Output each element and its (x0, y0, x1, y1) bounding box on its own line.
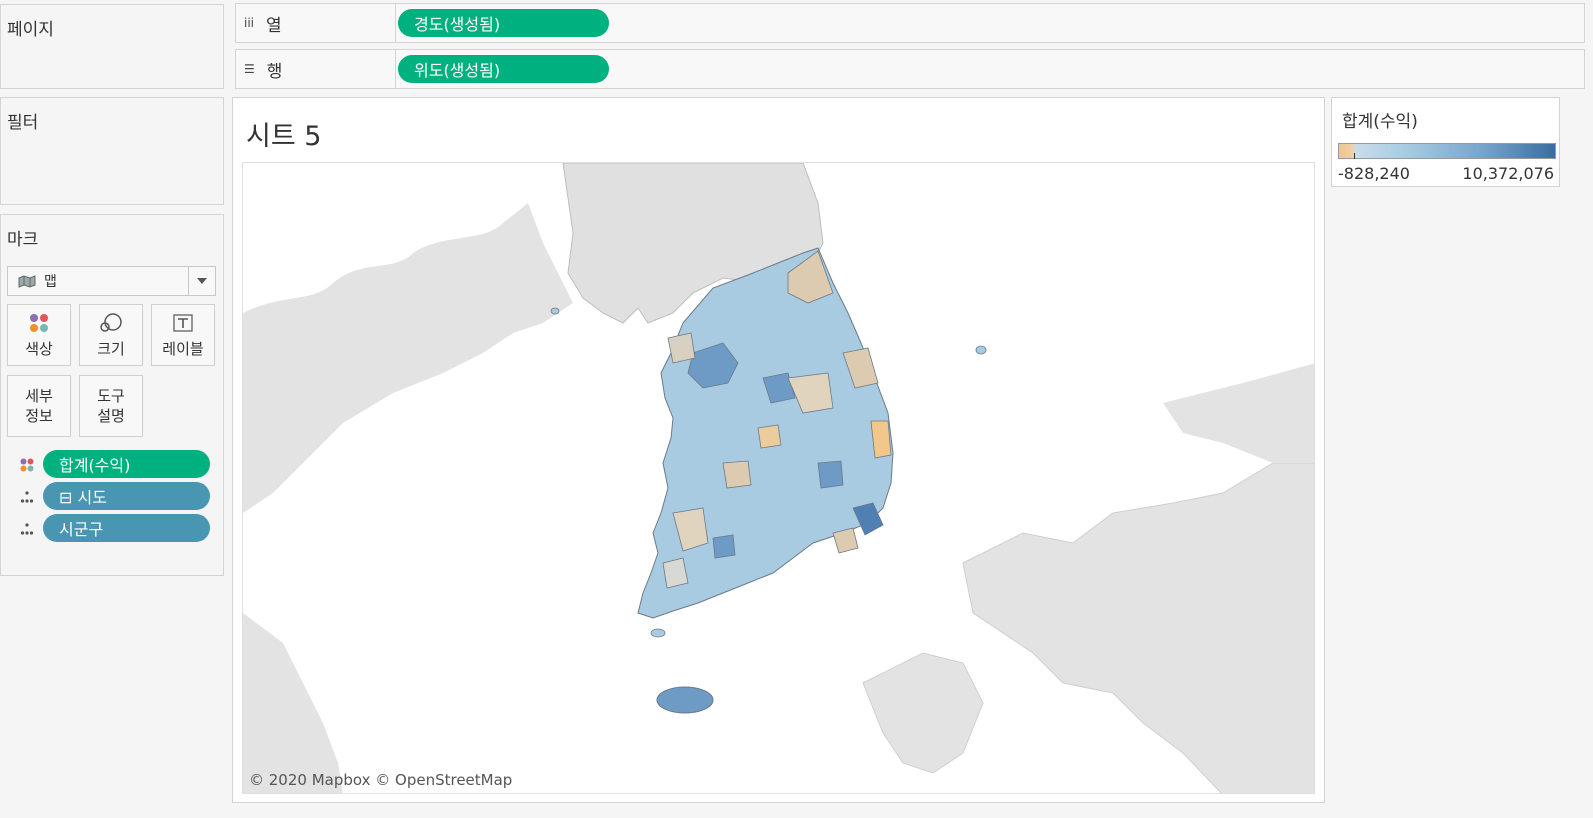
detail-icon (20, 489, 34, 508)
color-card-label: 색상 (25, 340, 53, 358)
japan-landmass (962, 462, 1314, 793)
color-card[interactable]: 색상 (7, 304, 71, 366)
marks-panel-title: 마크 (7, 230, 39, 250)
map-icon (18, 274, 36, 288)
legend-title: 합계(수익) (1342, 112, 1418, 132)
map-canvas[interactable] (243, 163, 1315, 794)
southwest-island (650, 628, 666, 638)
map-credits[interactable]: © 2020 Mapbox © OpenStreetMap (249, 771, 512, 789)
label-card[interactable]: 레이블 (151, 304, 215, 366)
legend-zero-tick (1354, 153, 1355, 159)
columns-pill-longitude[interactable]: 경도(생성됨) (398, 9, 609, 37)
rows-shelf-label: ☰ 행 (236, 50, 396, 88)
color-legend[interactable]: 합계(수익) -828,240 10,372,076 (1331, 97, 1560, 187)
legend-gradient-bar (1338, 143, 1556, 159)
rows-shelf-text: 행 (266, 61, 283, 82)
chevron-down-icon[interactable] (188, 267, 215, 295)
worksheet: 시트 5 © 2020 Mapbox © OpenStreetMap (232, 97, 1325, 803)
marks-field-row: ⊟ 시도 (1, 482, 216, 510)
columns-shelf-text: 열 (266, 15, 282, 36)
region-busan (832, 527, 859, 554)
ulleungdo-island (975, 345, 987, 355)
columns-shelf-label: iii 열 (236, 4, 396, 42)
rows-shelf[interactable]: ☰ 행 위도(생성됨) (235, 49, 1585, 89)
field-pill-sido[interactable]: ⊟ 시도 (43, 482, 210, 510)
rows-icon: ☰ (244, 62, 255, 76)
region-mokpo (662, 557, 689, 589)
baengnyeong-island (550, 307, 560, 315)
china-coast-lower (243, 613, 343, 793)
detail-icon (20, 521, 34, 540)
pages-panel-title: 페이지 (7, 20, 54, 40)
label-icon (173, 311, 193, 335)
tooltip-card-label: 도구 설명 (97, 387, 125, 425)
detail-card-label: 세부 정보 (25, 387, 53, 425)
filters-panel-title: 필터 (7, 113, 39, 133)
color-icon (20, 457, 34, 476)
jejudo-island (656, 686, 714, 714)
region-gimcheon (757, 424, 782, 449)
columns-shelf[interactable]: iii 열 경도(생성됨) (235, 3, 1585, 43)
mark-type-dropdown[interactable]: 맵 (7, 266, 216, 296)
field-pill-sum-profit[interactable]: 합계(수익) (43, 450, 210, 478)
japan-sea-coast (1163, 363, 1314, 463)
region-incheon (667, 332, 696, 364)
rows-pill-latitude[interactable]: 위도(생성됨) (398, 55, 609, 83)
kyushu-landmass (862, 652, 984, 774)
field-pill-sigungu[interactable]: 시군구 (43, 514, 210, 542)
china-landmass (243, 203, 573, 513)
tooltip-card[interactable]: 도구 설명 (79, 375, 143, 437)
pages-panel[interactable]: 페이지 (0, 4, 224, 89)
map-view[interactable]: © 2020 Mapbox © OpenStreetMap (242, 162, 1315, 794)
detail-card[interactable]: 세부 정보 (7, 375, 71, 437)
region-yeongdeok (870, 420, 892, 459)
region-gwangju (712, 534, 736, 559)
columns-icon: iii (244, 16, 255, 30)
region-daegu (817, 460, 844, 489)
size-card-label: 크기 (97, 340, 125, 358)
legend-min-value: -828,240 (1338, 164, 1410, 183)
region-jeonju (722, 460, 752, 489)
marks-field-row: 합계(수익) (1, 450, 216, 478)
filters-panel[interactable]: 필터 (0, 97, 224, 205)
label-card-label: 레이블 (162, 340, 204, 358)
size-icon (99, 311, 123, 335)
legend-max-value: 10,372,076 (1462, 164, 1554, 183)
size-card[interactable]: 크기 (79, 304, 143, 366)
marks-field-row: 시군구 (1, 514, 216, 542)
marks-panel: 마크 맵 색상 크기 레이블 세부 정보 도구 설명 합계(수익) ⊟ 시도 시… (0, 214, 224, 576)
color-icon (28, 311, 50, 335)
mark-type-label: 맵 (44, 274, 57, 290)
sheet-title: 시트 5 (246, 121, 322, 152)
